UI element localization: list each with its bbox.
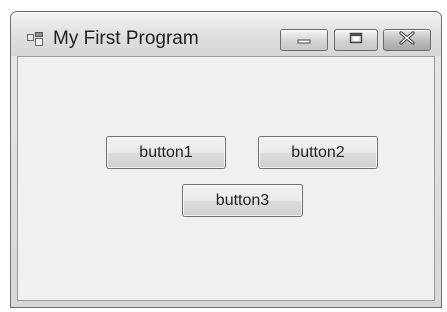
button3[interactable]: button3 [182, 184, 303, 217]
minimize-icon [297, 31, 311, 49]
form-client-area: button1 button2 button3 [17, 56, 435, 301]
close-icon [399, 30, 415, 50]
close-button[interactable] [383, 29, 431, 51]
maximize-icon [349, 31, 363, 49]
button2[interactable]: button2 [258, 136, 378, 169]
title-bar[interactable]: My First Program [11, 12, 441, 56]
button1[interactable]: button1 [106, 136, 226, 169]
app-window: My First Program button1 button2 button3 [10, 11, 442, 308]
window-title: My First Program [53, 28, 199, 49]
minimize-button[interactable] [280, 29, 328, 51]
app-icon [27, 32, 43, 46]
maximize-button[interactable] [334, 29, 378, 51]
